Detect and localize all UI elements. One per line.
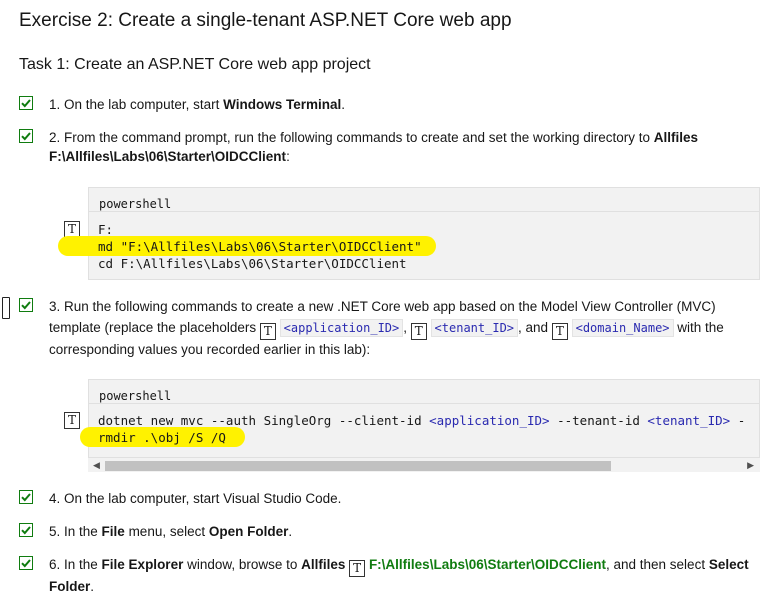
horizontal-scrollbar[interactable]: ◀ ▶: [88, 458, 760, 472]
type-text-icon[interactable]: T: [64, 412, 80, 429]
step-text: .: [341, 97, 345, 112]
step-text: .: [90, 579, 95, 594]
code-text: md "F:\Allfiles\Labs\06\Starter\OIDCClie…: [98, 239, 422, 254]
code-language-label: powershell: [88, 379, 760, 403]
step-bold: Open Folder: [208, 524, 289, 539]
placeholder-tenant-id: <tenant_ID>: [430, 318, 519, 337]
step-text: 5. In the: [49, 524, 102, 539]
step-2: 2. From the command prompt, run the foll…: [19, 128, 759, 168]
code-placeholder: <application_ID>: [429, 413, 550, 428]
scroll-left-icon[interactable]: ◀: [93, 458, 100, 472]
scroll-marker: [2, 297, 10, 319]
step-bold: File: [101, 524, 125, 539]
path-link[interactable]: F:\Allfiles\Labs\06\Starter\OIDCClient: [369, 557, 606, 572]
step-6: 6. In the File Explorer window, browse t…: [19, 555, 759, 594]
step-1: 1. On the lab computer, start Windows Te…: [19, 95, 759, 115]
code-line-highlighted: md "F:\Allfiles\Labs\06\Starter\OIDCClie…: [58, 236, 436, 256]
type-text-icon[interactable]: T: [349, 560, 366, 577]
code-text: --tenant-id: [549, 413, 648, 428]
step-bold: File Explorer: [101, 557, 184, 572]
checkbox-checked-icon[interactable]: [19, 96, 33, 110]
code-text: -: [730, 413, 746, 428]
checkbox-checked-icon[interactable]: [19, 556, 33, 570]
step-text: 4. On the lab computer, start Visual Stu…: [49, 491, 342, 506]
type-text-icon[interactable]: T: [551, 322, 568, 340]
code-placeholder: <tenant_ID>: [647, 413, 731, 428]
code-line: cd F:\Allfiles\Labs\06\Starter\OIDCClien…: [98, 256, 407, 271]
checkbox-checked-icon[interactable]: [19, 490, 33, 504]
separator: , and: [518, 319, 549, 335]
step-text: 1. On the lab computer, start: [49, 97, 224, 112]
step-3: 3. Run the following commands to create …: [19, 297, 759, 357]
scroll-right-icon[interactable]: ▶: [747, 458, 754, 472]
scrollbar-thumb[interactable]: [105, 461, 611, 471]
step-text: :: [286, 149, 290, 164]
step-text: 2. From the command prompt, run the foll…: [49, 130, 654, 145]
checkbox-checked-icon[interactable]: [19, 523, 33, 537]
exercise-title: Exercise 2: Create a single-tenant ASP.N…: [19, 10, 512, 31]
type-text-icon[interactable]: T: [259, 322, 276, 340]
step-text: menu, select: [124, 524, 209, 539]
step-text: window, browse to: [183, 557, 302, 572]
checkbox-checked-icon[interactable]: [19, 298, 33, 312]
step-bold: Windows Terminal: [223, 97, 342, 112]
step-text: , and then select: [606, 557, 706, 572]
step-text: 6. In the: [49, 557, 102, 572]
step-4: 4. On the lab computer, start Visual Stu…: [19, 489, 759, 509]
code-text: rmdir .\obj /S /Q: [98, 430, 226, 445]
step-text: .: [288, 524, 293, 539]
code-language-label: powershell: [88, 187, 760, 211]
task-title: Task 1: Create an ASP.NET Core web app p…: [19, 56, 371, 73]
code-text: dotnet new mvc --auth SingleOrg --client…: [98, 413, 430, 428]
step-bold: Allfiles: [301, 557, 346, 572]
placeholder-application-id: <application_ID>: [279, 318, 404, 337]
step-5: 5. In the File menu, select Open Folder.: [19, 522, 759, 542]
checkbox-checked-icon[interactable]: [19, 129, 33, 143]
type-text-icon[interactable]: T: [410, 322, 427, 340]
placeholder-domain-name: <domain_Name>: [571, 318, 674, 337]
code-line-highlighted: rmdir .\obj /S /Q: [80, 427, 245, 447]
separator: ,: [403, 319, 408, 335]
